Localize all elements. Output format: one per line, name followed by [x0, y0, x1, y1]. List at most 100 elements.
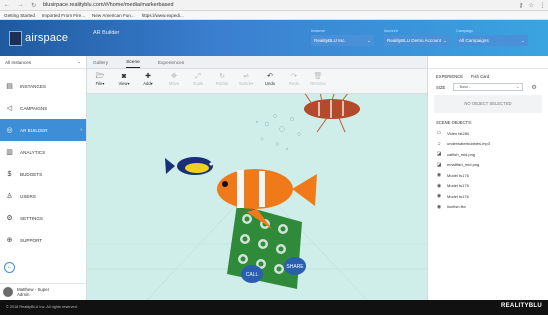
- menu-icon[interactable]: ⋮: [539, 2, 545, 9]
- scale-icon: ⤢: [195, 73, 201, 80]
- experience-row: EXPERIENCE Fish Card: [428, 69, 548, 79]
- scene-object-item[interactable]: ◉ Model fs176: [428, 191, 548, 202]
- sidebar-item-label: SETTINGS: [20, 215, 43, 221]
- avatar: [3, 287, 13, 297]
- scene-object-item[interactable]: ◉ lionfish.fbx: [428, 202, 548, 213]
- remove-label: Remove: [310, 81, 326, 86]
- bookmark-item[interactable]: https://www.expedi...: [142, 13, 184, 18]
- app-screen: ← → ↻ blusirpace.realityblu.com/#/home/m…: [0, 0, 548, 315]
- tab-scene[interactable]: Scene: [126, 60, 140, 68]
- image-icon: ◪: [436, 151, 442, 158]
- scene-object-item[interactable]: ♫ underwaterbubbles.mp3: [428, 139, 548, 150]
- bookmark-item[interactable]: Getting Started: [4, 13, 35, 18]
- app-logo[interactable]: airspace: [9, 27, 71, 49]
- switch-button[interactable]: ⇌ Switch▾: [235, 72, 257, 86]
- sidebar-item-label: SUPPORT: [20, 237, 43, 243]
- account-select-value: RealityBLU Demo Account: [387, 38, 442, 43]
- scene-object-item[interactable]: ◉ Model fs175: [428, 181, 548, 192]
- add-menu-label: Add: [143, 81, 151, 86]
- size-select[interactable]: - Base - ⌄: [453, 83, 524, 91]
- fish-card-model[interactable]: [227, 204, 302, 289]
- scene-object-item[interactable]: ◉ Model fs176: [428, 170, 548, 181]
- forward-icon[interactable]: →: [17, 2, 23, 9]
- url-field[interactable]: blusirpace.realityblu.com/#/home/media/m…: [40, 2, 516, 8]
- scene-object-item[interactable]: ▭ Video fst280: [428, 128, 548, 139]
- reload-icon[interactable]: ↻: [31, 2, 36, 9]
- properties-panel: EXPERIENCE Fish Card SIZE - Base - ⌄ ⚙ N…: [427, 56, 548, 300]
- back-icon[interactable]: ←: [4, 2, 10, 9]
- bookmarks-bar: Getting Started Imported From Fire... Ne…: [0, 11, 548, 20]
- dollar-icon: $: [7, 170, 12, 178]
- move-label: Move: [168, 81, 180, 86]
- instance-select-value: RealityBLU Inc.: [314, 38, 346, 43]
- sidebar-item-settings[interactable]: ⚙ SETTINGS: [0, 207, 86, 229]
- instance-select[interactable]: Instance RealityBLU Inc. ⌄: [311, 29, 374, 50]
- move-button[interactable]: ✥ Move: [163, 72, 185, 86]
- account-select[interactable]: Account RealityBLU Demo Account ⌄: [384, 29, 450, 50]
- campaign-select-value: All Campaigns: [459, 38, 489, 43]
- sidebar-item-ar-builder[interactable]: ◎ AR BUILDER ›: [0, 119, 86, 141]
- plus-icon: ✚: [145, 73, 151, 80]
- rotate-button[interactable]: ↻ Rotate: [211, 72, 233, 86]
- switch-label: Switch: [238, 81, 252, 86]
- add-menu-button[interactable]: ✚ Add▾: [137, 72, 159, 86]
- scene-object-label: underwaterbubbles.mp3: [447, 141, 490, 147]
- user-profile[interactable]: Matthew - Super Admin: [0, 283, 87, 300]
- scale-button[interactable]: ⤢ Scale: [187, 72, 209, 86]
- user-icon: ♙: [6, 193, 13, 200]
- sidebar-item-users[interactable]: ♙ USERS: [0, 185, 86, 207]
- scene-viewport[interactable]: CALL SHARE: [87, 94, 427, 300]
- building-icon: ▤: [6, 83, 13, 90]
- sidebar-item-analytics[interactable]: ▥ ANALYTICS: [0, 141, 86, 163]
- account-select-box[interactable]: RealityBLU Demo Account ⌄: [384, 35, 450, 46]
- tab-gallery[interactable]: Gallery: [93, 61, 108, 68]
- bookmark-item[interactable]: Imported From Fire...: [42, 13, 85, 18]
- collapse-sidebar-button[interactable]: ←: [4, 262, 15, 273]
- sidebar-item-label: INSTANCES: [20, 83, 46, 89]
- remove-button[interactable]: 🗑 Remove: [307, 72, 329, 86]
- experience-label: EXPERIENCE: [436, 74, 463, 79]
- gear-icon: ⚙: [6, 215, 13, 222]
- chevron-down-icon: ⌄: [443, 38, 447, 43]
- redo-button[interactable]: ↷ Redo: [283, 72, 305, 86]
- sidebar-item-label: USERS: [20, 193, 36, 199]
- experience-value: Fish Card: [471, 74, 490, 79]
- user-name-line2: Admin: [17, 292, 30, 297]
- tang-fish-model[interactable]: [165, 157, 213, 175]
- chevron-right-icon: ›: [80, 127, 82, 133]
- trash-icon: 🗑: [313, 73, 323, 80]
- key-icon[interactable]: ⚷: [519, 2, 523, 9]
- call-button-model[interactable]: CALL: [241, 265, 263, 283]
- undo-label: Undo: [264, 81, 275, 86]
- scene-object-item[interactable]: ◪ catfish_mid.png: [428, 149, 548, 160]
- bookmark-item[interactable]: New American Fun...: [92, 13, 135, 18]
- scene-object-item[interactable]: ◪ emailfish_mid.png: [428, 160, 548, 171]
- app-header: airspace AR Builder Instance RealityBLU …: [0, 20, 548, 56]
- campaign-select-box[interactable]: All Campaigns ⌄: [456, 35, 528, 46]
- scene-canvas[interactable]: CALL SHARE: [87, 94, 427, 300]
- chevron-down-icon: ⌄: [521, 38, 525, 43]
- campaign-select[interactable]: Campaign All Campaigns ⌄: [456, 29, 528, 50]
- bubbles-particles: [255, 114, 301, 151]
- sidebar-item-instances[interactable]: ▤ INSTANCES: [0, 75, 86, 97]
- sidebar-item-label: ANALYTICS: [20, 149, 46, 155]
- sidebar-item-campaigns[interactable]: ◁ CAMPAIGNS: [0, 97, 86, 119]
- folder-icon: 🗁: [95, 73, 105, 80]
- undo-button[interactable]: ↶ Undo: [259, 72, 281, 86]
- logo-mark-icon: [9, 30, 22, 46]
- tab-experiences[interactable]: Experiences: [158, 61, 184, 68]
- sidebar-item-support[interactable]: ⊕ SUPPORT: [0, 229, 86, 251]
- view-menu-button[interactable]: ◙ View▾: [113, 72, 135, 86]
- star-icon[interactable]: ☆: [528, 2, 533, 9]
- scene-object-label: Video fst280: [447, 130, 470, 136]
- instance-select-box[interactable]: RealityBLU Inc. ⌄: [311, 35, 374, 46]
- instances-filter[interactable]: All Instances ⌄: [0, 56, 86, 69]
- share-button-model[interactable]: SHARE: [284, 257, 306, 275]
- file-menu-button[interactable]: 🗁 File▾: [89, 72, 111, 86]
- gear-icon[interactable]: ⚙: [531, 84, 536, 91]
- camera-icon: ◙: [121, 73, 127, 80]
- lionfish-model[interactable]: [302, 94, 360, 133]
- sidebar-item-label: BUDGETS: [20, 171, 43, 177]
- sidebar-item-budgets[interactable]: $ BUDGETS: [0, 163, 86, 185]
- instances-filter-label: All Instances: [5, 59, 32, 65]
